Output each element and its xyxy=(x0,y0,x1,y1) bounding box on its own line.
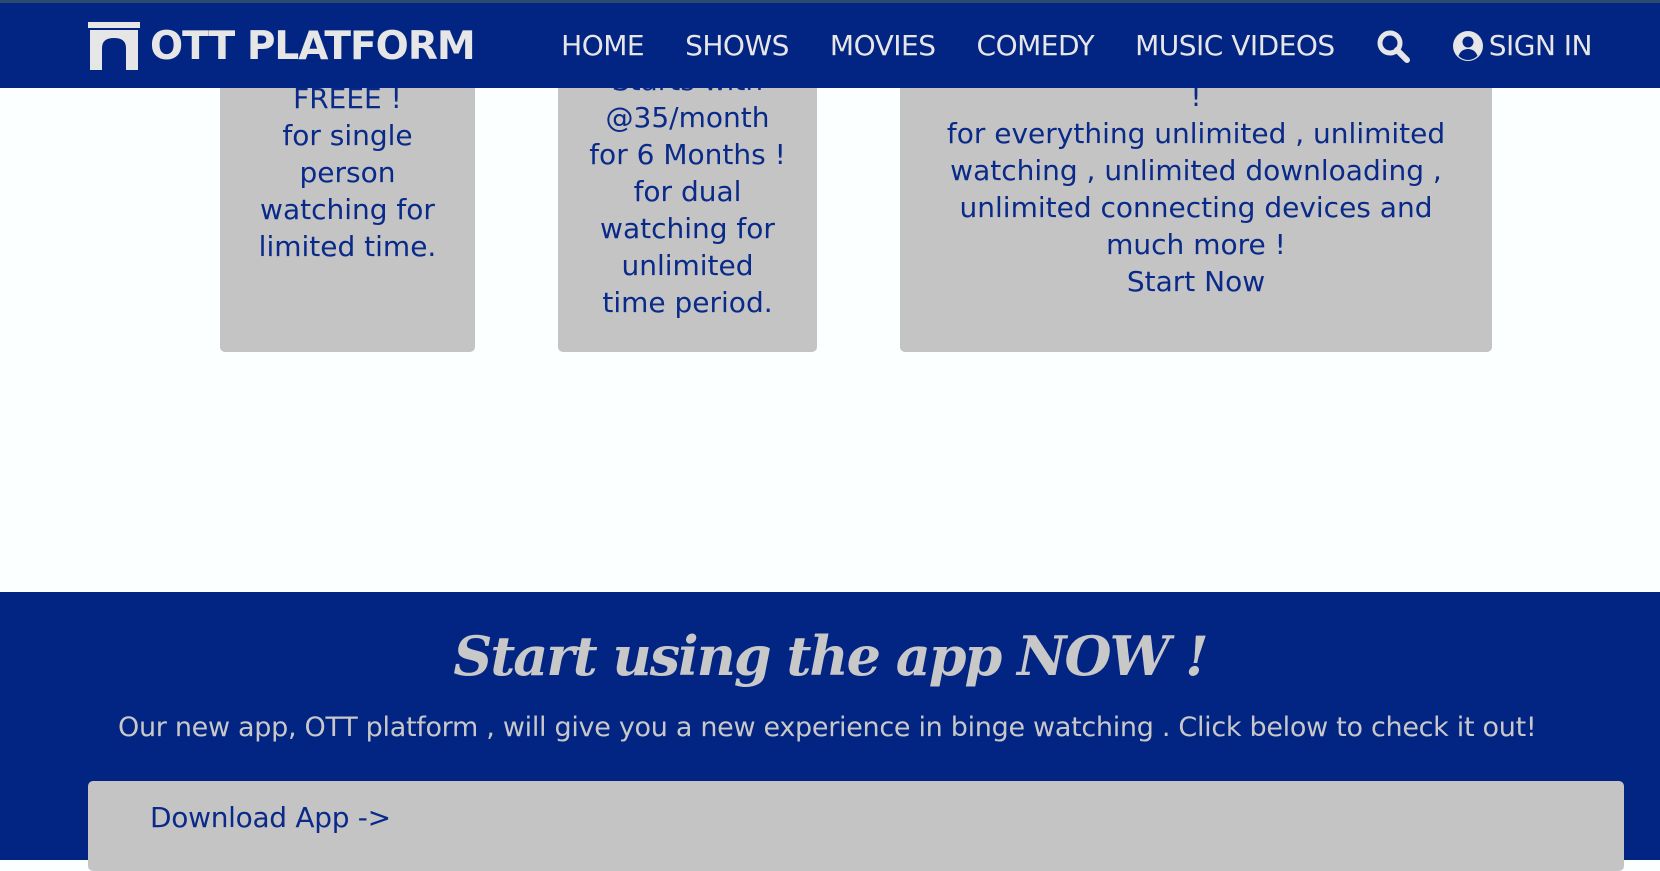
brand-logo[interactable]: OTT PLATFORM xyxy=(88,21,476,71)
sign-in-label: SIGN IN xyxy=(1488,29,1593,62)
plan-text-line: limited time. xyxy=(258,230,437,263)
plan-text-line: unlimited xyxy=(621,249,754,282)
download-app-button[interactable]: Download App -> xyxy=(88,781,1624,871)
plan-text-line: unlimited connecting devices and xyxy=(959,191,1433,224)
plan-text-line: watching for xyxy=(600,212,775,245)
sign-in-link[interactable]: SIGN IN xyxy=(1452,29,1593,62)
nav-link-music-videos[interactable]: MUSIC VIDEOS xyxy=(1135,29,1335,62)
nav-link-movies[interactable]: MOVIES xyxy=(830,29,936,62)
plan-text-line: time period. xyxy=(602,286,773,319)
plan-text-line: for dual xyxy=(633,175,742,208)
nav-links: HOME SHOWS MOVIES COMEDY MUSIC VIDEOS SI… xyxy=(561,3,1660,88)
start-now-link[interactable]: Start Now xyxy=(920,263,1472,300)
plan-text-line: for single xyxy=(282,119,413,152)
plan-card-dual: Starts with @35/month for 6 Months ! for… xyxy=(558,60,817,352)
plan-text-line: for 6 Months ! xyxy=(589,138,786,171)
arch-logo-icon xyxy=(88,22,140,70)
nav-link-home[interactable]: HOME xyxy=(561,29,644,62)
nav-link-shows[interactable]: SHOWS xyxy=(685,29,789,62)
navbar: OTT PLATFORM HOME SHOWS MOVIES COMEDY MU… xyxy=(0,3,1660,88)
plan-text-line: person xyxy=(299,156,396,189)
plan-text-line: watching for xyxy=(260,193,435,226)
cta-title: Start using the app NOW ! xyxy=(453,624,1208,688)
nav-link-comedy[interactable]: COMEDY xyxy=(977,29,1095,62)
app-cta-section: Start using the app NOW ! Our new app, O… xyxy=(0,592,1660,871)
brand-name: OTT PLATFORM xyxy=(150,23,476,69)
user-circle-icon xyxy=(1452,30,1484,62)
cta-description: Our new app, OTT platform , will give yo… xyxy=(118,712,1537,743)
plan-text-line: @35/month xyxy=(605,101,770,134)
search-icon[interactable] xyxy=(1376,29,1410,63)
plan-text-line: much more ! xyxy=(1106,228,1286,261)
plan-text-line: for everything unlimited , unlimited xyxy=(946,117,1446,150)
plan-card-free: FREEE ! for single person watching for l… xyxy=(220,70,475,352)
plan-text-line: watching , unlimited downloading , xyxy=(950,154,1442,187)
plan-card-unlimited: ! for everything unlimited , unlimited w… xyxy=(900,68,1492,352)
